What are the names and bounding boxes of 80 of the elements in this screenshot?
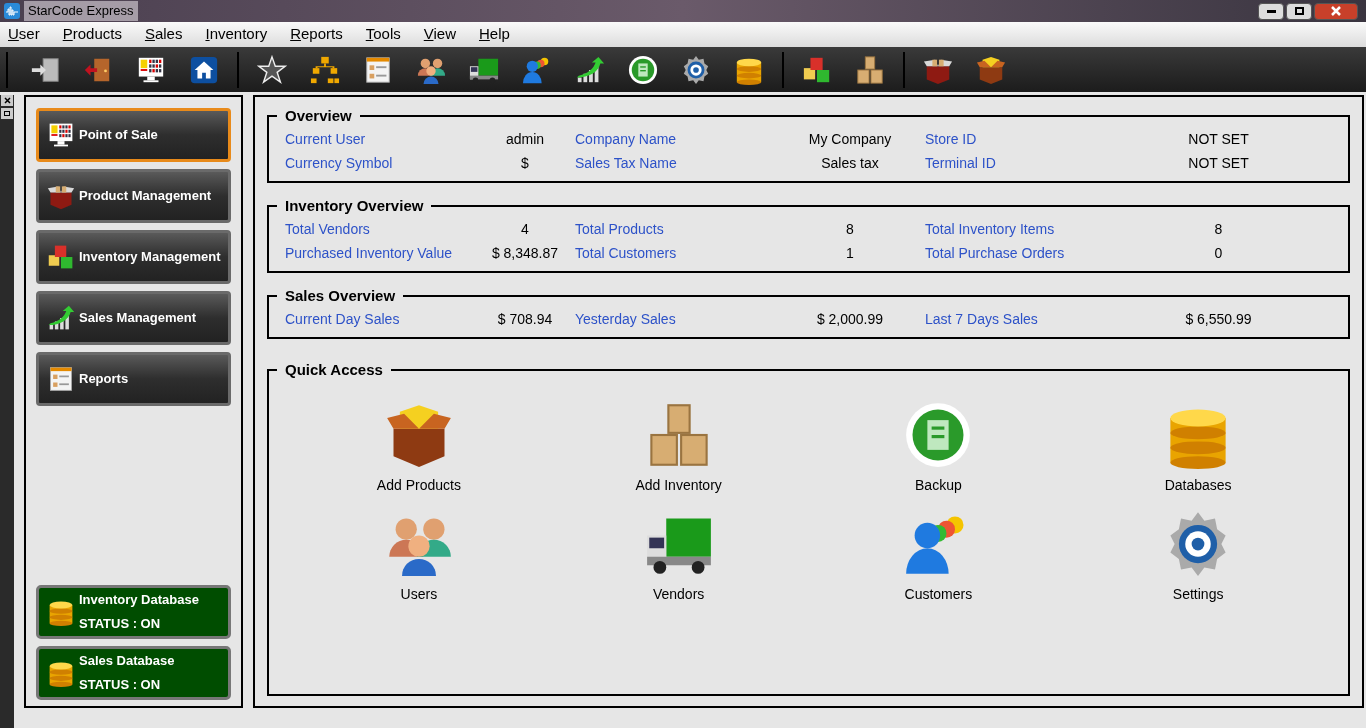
quick-access-button[interactable]: Settings: [1068, 510, 1328, 605]
database-name: Inventory Database: [79, 592, 199, 608]
restore-panel-button[interactable]: [1, 108, 13, 119]
menu-item[interactable]: User: [4, 23, 44, 46]
stat-label: Current User: [285, 130, 366, 149]
stat-value: 8: [845, 220, 855, 239]
quick-access-button[interactable]: Users: [289, 510, 549, 605]
stat-value: 8: [1213, 220, 1224, 239]
star-icon: [257, 54, 287, 85]
stat-value: $ 6,550.99: [1184, 310, 1253, 329]
stat-label: Yesterday Sales: [575, 310, 676, 329]
sidebar-nav-button[interactable]: Reports: [36, 352, 231, 406]
stat-label: Sales Tax Name: [575, 154, 677, 173]
menu-item[interactable]: Tools: [361, 23, 405, 46]
stat-value: $ 2,000.99: [815, 310, 885, 329]
sidebar-nav-button[interactable]: Point of Sale: [36, 108, 231, 162]
database-status: STATUS : ON: [79, 677, 162, 693]
stat-label: Total Vendors: [285, 220, 370, 239]
settings-icon: [681, 54, 711, 85]
hierarchy-icon: [310, 54, 340, 85]
stat-label: Company Name: [575, 130, 677, 149]
stat-value: 0: [1213, 244, 1224, 263]
disc-document-icon: [904, 401, 973, 469]
menu-item[interactable]: View: [419, 23, 460, 46]
stat-value: 1: [845, 244, 855, 263]
stat-label: Total Customers: [575, 244, 677, 263]
sidebar-nav-button[interactable]: Product Management: [36, 169, 231, 223]
quick-access-button[interactable]: Vendors: [548, 510, 809, 605]
quick-access-button[interactable]: Backup: [808, 401, 1069, 496]
menu-item[interactable]: Products: [58, 23, 126, 46]
stat-label: Current Day Sales: [285, 310, 400, 329]
menu-item[interactable]: Reports: [286, 23, 347, 46]
close-panel-button[interactable]: [1, 95, 13, 106]
rising-chart-icon: [575, 54, 605, 85]
close-button[interactable]: [1314, 2, 1358, 20]
window-title: StarCode Express: [24, 1, 138, 21]
menu-item[interactable]: Help: [475, 23, 514, 46]
rising-chart-icon: [47, 304, 75, 332]
cubes-icon: [47, 243, 75, 271]
register-terminal-icon: [47, 121, 75, 149]
stat-value: 4: [520, 220, 530, 239]
menu-item[interactable]: Inventory: [201, 23, 272, 46]
stat-label: Currency Symbol: [285, 154, 393, 173]
disc-document-button[interactable]: [627, 53, 659, 86]
stat-label: Last 7 Days Sales: [925, 310, 1038, 329]
filled-box-icon: [976, 54, 1006, 85]
stat-value: $ 8,348.87: [490, 244, 560, 263]
stat-value: $: [520, 154, 530, 173]
stat-label: Total Inventory Items: [925, 220, 1055, 239]
quick-access-button[interactable]: Add Products: [289, 401, 549, 496]
stat-value: NOT SET: [1187, 154, 1250, 173]
minimize-button[interactable]: [1258, 2, 1284, 20]
stat-value: Sales tax: [820, 154, 880, 173]
home-icon: [189, 54, 219, 85]
menu-item[interactable]: Sales: [140, 23, 187, 46]
quick-access-button[interactable]: Add Inventory: [548, 401, 809, 496]
close-icon: [1331, 6, 1341, 16]
stat-label: Total Products: [575, 220, 664, 239]
report-document-icon: [47, 365, 75, 393]
maximize-button[interactable]: [1286, 2, 1312, 20]
stat-value: admin: [504, 130, 546, 149]
stat-value: NOT SET: [1187, 130, 1250, 149]
stat-label: Total Purchase Orders: [925, 244, 1065, 263]
report-document-icon: [363, 54, 393, 85]
sidebar-nav-button[interactable]: Inventory Management: [36, 230, 231, 284]
boxes-icon: [855, 54, 885, 85]
stat-label: Purchased Inventory Value: [285, 244, 453, 263]
database-name: Sales Database: [79, 653, 175, 669]
quick-access-button[interactable]: Customers: [808, 510, 1069, 605]
database-status: STATUS : ON: [79, 616, 162, 632]
boxes-button[interactable]: [854, 53, 886, 86]
stat-value: $ 708.94: [496, 310, 554, 329]
disc-document-icon: [628, 54, 658, 85]
stat-label: Terminal ID: [925, 154, 996, 173]
quick-access-button[interactable]: Databases: [1068, 401, 1328, 496]
app-logo-icon: [4, 3, 20, 19]
stat-label: Store ID: [925, 130, 977, 149]
sidebar-nav-button[interactable]: Sales Management: [36, 291, 231, 345]
stat-value: My Company: [807, 130, 893, 149]
star-button[interactable]: [256, 53, 288, 86]
